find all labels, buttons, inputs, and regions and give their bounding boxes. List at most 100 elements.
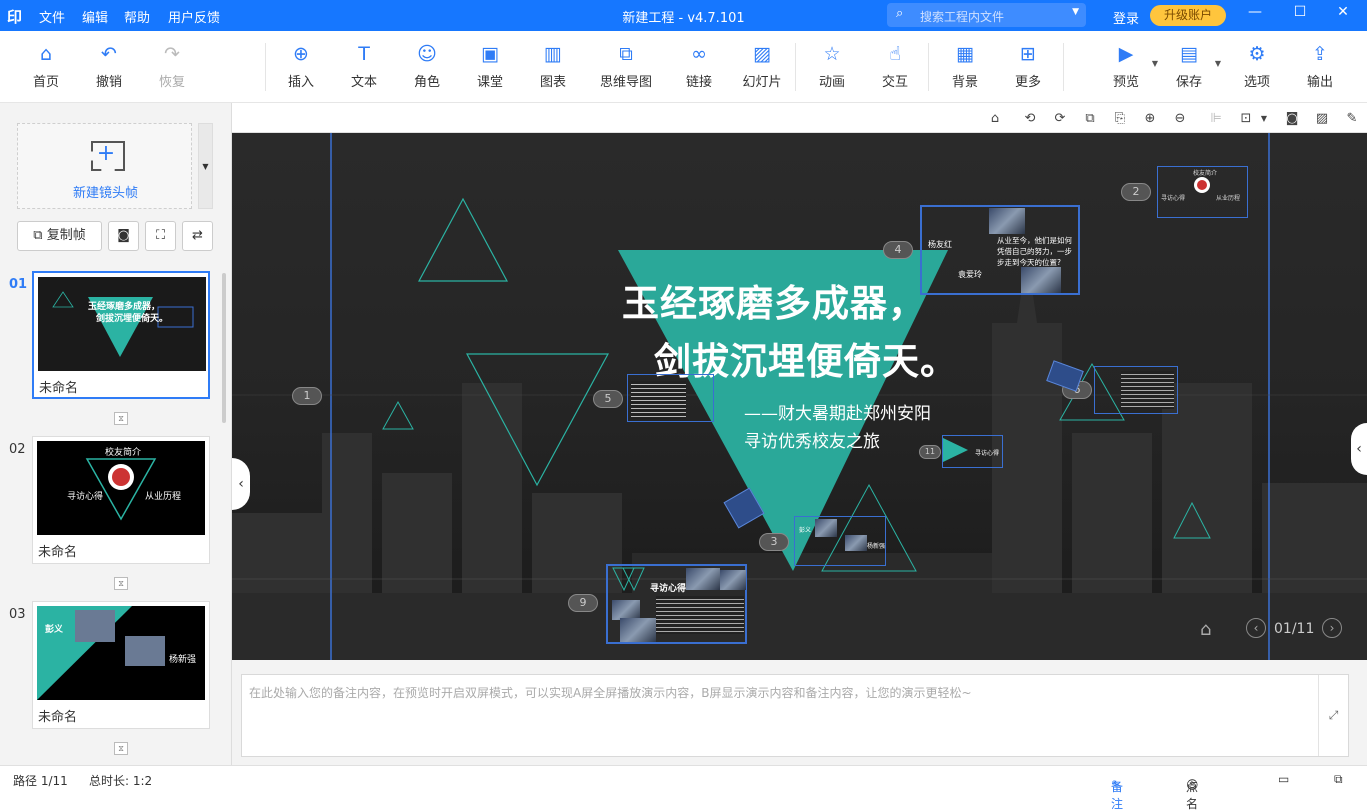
- path-node-1[interactable]: 1: [292, 387, 322, 405]
- search-input[interactable]: ⌕ 搜索工程内文件 ▼: [887, 3, 1086, 27]
- chevron-down-icon[interactable]: ▼: [1255, 110, 1273, 128]
- menu-help[interactable]: 帮助: [124, 7, 150, 26]
- minimize-icon[interactable]: —: [1243, 4, 1267, 20]
- slide-name: 未命名: [38, 710, 78, 725]
- maximize-icon[interactable]: ☐: [1288, 4, 1312, 20]
- frame-6[interactable]: [1094, 366, 1178, 414]
- rotate-left-icon[interactable]: ⟲: [1021, 110, 1039, 128]
- login-button[interactable]: 登录: [1113, 8, 1139, 27]
- classroom-button[interactable]: ▣ 课堂: [462, 41, 518, 90]
- mindmap-button[interactable]: ⧉ 思维导图: [593, 41, 659, 90]
- home-icon[interactable]: ⌂: [1200, 619, 1211, 640]
- path-status: 路径 1/11: [13, 774, 68, 788]
- path-node-2[interactable]: 2: [1121, 183, 1151, 201]
- home-button[interactable]: ⌂ 首页: [18, 41, 74, 90]
- divider: [795, 43, 796, 91]
- menu-edit[interactable]: 编辑: [82, 7, 108, 26]
- background-button[interactable]: ▦ 背景: [937, 41, 993, 90]
- paste-icon[interactable]: ⎘: [1111, 110, 1129, 128]
- notes-input[interactable]: 在此处输入您的备注内容，在预览时开启双屏模式，可以实现A屏全屏播放演示内容，B屏…: [241, 674, 1349, 757]
- image-settings-icon[interactable]: ▨: [1313, 110, 1331, 128]
- redo-button[interactable]: ↷ 恢复: [144, 41, 200, 90]
- save-button[interactable]: ▤ 保存 ▼: [1161, 41, 1221, 90]
- animation-button[interactable]: ☆ 动画: [804, 41, 860, 90]
- export-button[interactable]: ⇪ 输出: [1292, 41, 1348, 90]
- divider: [928, 43, 929, 91]
- home-icon[interactable]: ⌂: [986, 110, 1004, 128]
- copy-frame-button[interactable]: ⧉ 复制帧: [17, 221, 102, 251]
- slide-thumbnail-1[interactable]: 玉经琢磨多成器， 剑拔沉埋便倚天。 未命名: [32, 271, 210, 399]
- lock-icon[interactable]: ⊡: [1237, 110, 1255, 128]
- frame-9[interactable]: 寻访心得: [606, 564, 747, 644]
- options-button[interactable]: ⚙ 选项: [1229, 41, 1285, 90]
- edit-icon[interactable]: ✎: [1343, 110, 1361, 128]
- frame-icon: ⛶: [155, 228, 166, 243]
- transition-icon[interactable]: ⧖: [114, 742, 128, 755]
- presentation-canvas[interactable]: 1 2 3 4 5 6 9 11 玉经琢磨多成器， 剑拔沉埋便倚天。 ——财大暑…: [232, 133, 1367, 660]
- menu-feedback[interactable]: 用户反馈: [168, 7, 220, 26]
- prev-page-button[interactable]: ‹: [1246, 618, 1266, 638]
- new-frame-button[interactable]: + 新建镜头帧: [17, 123, 192, 209]
- title-bar: 印 文件 编辑 帮助 用户反馈 新建工程 - v4.7.101 ⌕ 搜索工程内文…: [0, 0, 1367, 31]
- link-button[interactable]: ∞ 链接: [671, 41, 727, 90]
- rotate-right-icon[interactable]: ⟳: [1051, 110, 1069, 128]
- fit-frame-button[interactable]: ⛶: [145, 221, 176, 251]
- menu-file[interactable]: 文件: [39, 7, 65, 26]
- chevron-down-icon[interactable]: ▼: [1215, 59, 1221, 68]
- camera-icon[interactable]: ◙: [1283, 110, 1301, 128]
- chevron-down-icon[interactable]: ▼: [1152, 59, 1158, 68]
- frame-3[interactable]: 彭义 杨新强: [794, 516, 886, 566]
- slide-thumbnail-2[interactable]: 校友简介 寻访心得 从业历程 未命名: [32, 436, 210, 564]
- slide-thumbnail-3[interactable]: 彭义 杨新强 未命名: [32, 601, 210, 729]
- window-icon[interactable]: ⧉: [1334, 772, 1343, 787]
- chevron-down-icon[interactable]: ▼: [1072, 7, 1079, 17]
- plus-circle-icon: ⊕: [293, 43, 309, 65]
- undo-icon: ↶: [101, 43, 117, 65]
- zoom-in-icon[interactable]: ⊕: [1141, 110, 1159, 128]
- next-page-button[interactable]: ›: [1322, 618, 1342, 638]
- subtitle-line-2[interactable]: 寻访优秀校友之旅: [744, 427, 880, 452]
- headline-line-1[interactable]: 玉经琢磨多成器，: [622, 273, 926, 327]
- expand-icon[interactable]: ⤢: [1318, 675, 1348, 756]
- align-icon[interactable]: ⊫: [1207, 110, 1225, 128]
- path-node-3[interactable]: 3: [759, 533, 789, 551]
- search-icon: ⌕: [896, 6, 904, 21]
- preview-button[interactable]: ▶ 预览 ▼: [1098, 41, 1158, 90]
- screen-icon[interactable]: ▭: [1278, 772, 1289, 786]
- transition-icon[interactable]: ⧖: [114, 577, 128, 590]
- role-button[interactable]: ☺ 角色: [399, 41, 455, 90]
- close-icon[interactable]: ✕: [1331, 4, 1355, 20]
- new-frame-dropdown[interactable]: ▼: [198, 123, 213, 209]
- swap-button[interactable]: ⇄: [182, 221, 213, 251]
- copy-icon[interactable]: ⧉: [1081, 110, 1099, 128]
- path-node-11[interactable]: 11: [919, 445, 941, 459]
- more-button[interactable]: ⊞ 更多: [1000, 41, 1056, 90]
- expand-right-panel-button[interactable]: ‹: [1351, 423, 1367, 475]
- play-icon: ▶: [1118, 43, 1134, 65]
- frame-4[interactable]: 杨友红 袁爱玲 从业至今，他们是如何凭借自己的努力，一步步走到今天的位置?: [920, 205, 1080, 295]
- text-button[interactable]: T 文本: [336, 41, 392, 90]
- path-node-5[interactable]: 5: [593, 390, 623, 408]
- subtitle-line-1[interactable]: ——财大暑期赴郑州安阳: [744, 399, 931, 424]
- chart-button[interactable]: ▥ 图表: [525, 41, 581, 90]
- path-node-9[interactable]: 9: [568, 594, 598, 612]
- zoom-out-icon[interactable]: ⊖: [1171, 110, 1189, 128]
- slideshow-button[interactable]: ▨ 幻灯片: [734, 41, 790, 90]
- photo: [1021, 267, 1061, 293]
- frame-5[interactable]: [627, 374, 714, 422]
- duration-status: 总时长: 1:2: [89, 774, 153, 788]
- upgrade-button[interactable]: 升级账户: [1150, 5, 1226, 26]
- camera-button[interactable]: ◙: [108, 221, 139, 251]
- insert-button[interactable]: ⊕ 插入: [273, 41, 329, 90]
- frame-11[interactable]: 寻访心得: [942, 435, 1003, 468]
- interaction-button[interactable]: ☝ 交互: [867, 41, 923, 90]
- slide-preview: 玉经琢磨多成器， 剑拔沉埋便倚天。: [38, 277, 206, 371]
- photo: [612, 600, 640, 620]
- transition-icon[interactable]: ⧖: [114, 412, 128, 425]
- slide-number: 02: [9, 442, 26, 457]
- undo-button[interactable]: ↶ 撤销: [81, 41, 137, 90]
- panel-scrollbar[interactable]: [222, 273, 226, 423]
- path-node-4[interactable]: 4: [883, 241, 913, 259]
- frame-2[interactable]: 校友简介 寻访心得 从业历程: [1157, 166, 1248, 218]
- slide-preview-art: [38, 277, 206, 371]
